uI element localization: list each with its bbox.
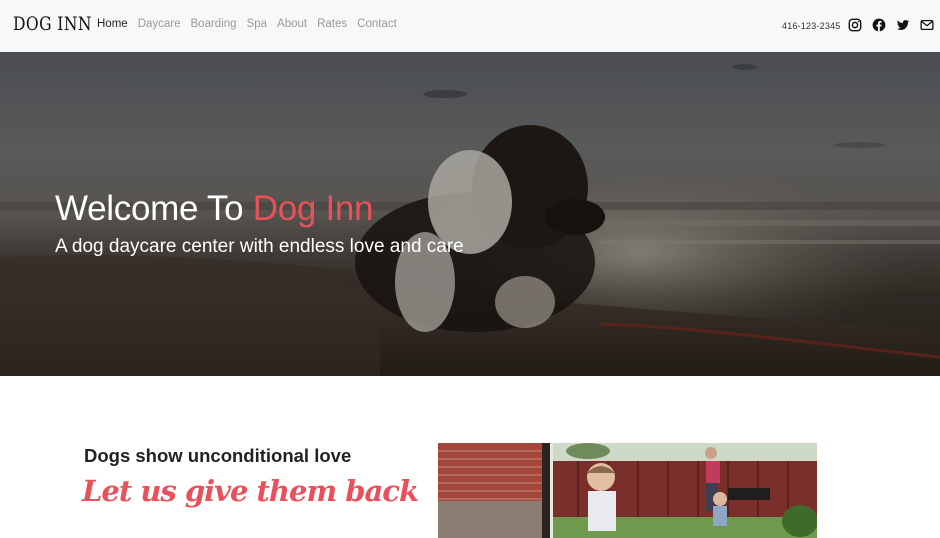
nav-spa[interactable]: Spa bbox=[247, 18, 267, 30]
nav-contact[interactable]: Contact bbox=[357, 18, 397, 30]
intro-heading: Dogs show unconditional love bbox=[84, 445, 352, 466]
hero-subtitle: A dog daycare center with endless love a… bbox=[55, 236, 464, 257]
nav-daycare[interactable]: Daycare bbox=[138, 18, 181, 30]
social-links bbox=[848, 18, 934, 32]
mail-icon[interactable] bbox=[920, 18, 934, 32]
intro-script-heading: Let us give them back bbox=[82, 474, 419, 508]
nav-home[interactable]: Home bbox=[97, 18, 128, 30]
twitter-icon[interactable] bbox=[896, 18, 910, 32]
facebook-icon[interactable] bbox=[872, 18, 886, 32]
main-nav: Home Daycare Boarding Spa About Rates Co… bbox=[97, 18, 397, 30]
hero-banner: Welcome To Dog Inn A dog daycare center … bbox=[0, 52, 940, 376]
instagram-icon[interactable] bbox=[848, 18, 862, 32]
phone-number[interactable]: 416-123-2345 bbox=[782, 21, 840, 31]
nav-rates[interactable]: Rates bbox=[317, 18, 347, 30]
top-navbar: DOG INN Home Daycare Boarding Spa About … bbox=[0, 0, 940, 52]
nav-boarding[interactable]: Boarding bbox=[191, 18, 237, 30]
nav-about[interactable]: About bbox=[277, 18, 307, 30]
family-photo bbox=[438, 443, 817, 538]
hero-title-accent: Dog Inn bbox=[252, 189, 374, 228]
hero-title: Welcome To Dog Inn bbox=[55, 189, 374, 229]
hero-title-prefix: Welcome To bbox=[55, 189, 253, 228]
brand-logo[interactable]: DOG INN bbox=[13, 13, 92, 35]
